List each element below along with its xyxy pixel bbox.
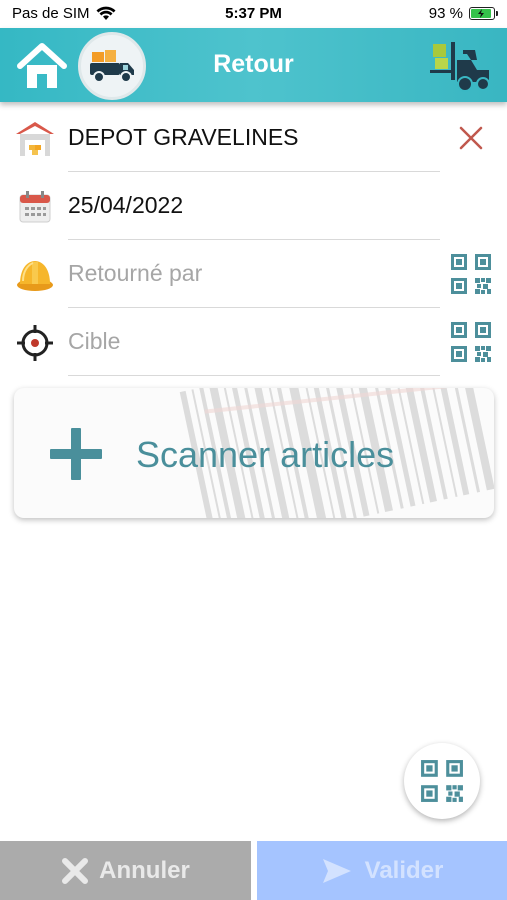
target-row[interactable]: Cible xyxy=(0,308,507,376)
warehouse-icon xyxy=(14,118,56,160)
cancel-label: Annuler xyxy=(99,856,190,884)
validate-button[interactable]: Valider xyxy=(257,841,507,900)
returned-by-row[interactable]: Retourné par xyxy=(0,240,507,308)
send-icon xyxy=(322,858,351,883)
divider xyxy=(68,375,440,376)
status-bar: Pas de SIM 5:37 PM 93 % xyxy=(0,0,507,28)
qr-code-icon[interactable] xyxy=(449,252,493,296)
qr-scan-fab[interactable] xyxy=(404,743,480,819)
qr-code-icon[interactable] xyxy=(449,320,493,364)
scan-articles-label: Scanner articles xyxy=(136,434,395,475)
close-icon xyxy=(62,857,89,884)
truck-icon[interactable] xyxy=(78,32,146,100)
forklift-icon[interactable] xyxy=(427,38,493,94)
target-input[interactable]: Cible xyxy=(68,328,120,355)
cancel-button[interactable]: Annuler xyxy=(0,841,251,900)
validate-label: Valider xyxy=(364,856,444,884)
returned-by-input[interactable]: Retourné par xyxy=(68,260,202,287)
depot-row[interactable]: DEPOT GRAVELINES xyxy=(0,104,507,172)
close-icon[interactable] xyxy=(449,116,493,160)
scan-articles-button[interactable]: Scanner articles xyxy=(14,388,494,518)
depot-value: DEPOT GRAVELINES xyxy=(68,124,299,150)
app-header: Retour xyxy=(0,28,507,102)
battery-percent: 93 % xyxy=(428,5,463,22)
calendar-icon xyxy=(14,186,56,228)
page-title: Retour xyxy=(213,50,294,78)
crosshair-icon xyxy=(14,322,56,364)
date-value: 25/04/2022 xyxy=(68,192,184,218)
battery-icon xyxy=(469,7,498,20)
date-row[interactable]: 25/04/2022 xyxy=(0,172,507,240)
qr-code-icon xyxy=(421,760,463,802)
status-right: 93 % xyxy=(428,5,498,22)
plus-icon xyxy=(48,426,104,482)
hard-hat-icon xyxy=(14,254,56,296)
home-icon[interactable] xyxy=(14,38,70,94)
